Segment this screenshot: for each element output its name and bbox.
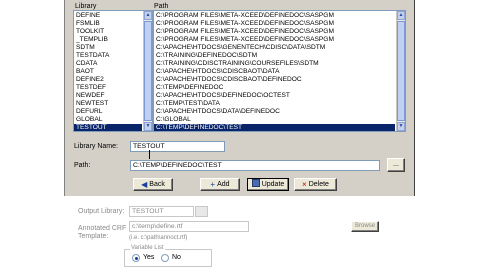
plus-icon: + (210, 180, 216, 189)
library-list[interactable]: DEFINE FSMLIB TOOLKIT _TEMPLIB SDTM TESTDATA C… (73, 10, 153, 132)
annotated-crf-label: Annotated CRF (78, 225, 127, 232)
path-list-item[interactable]: C:\TRAINING\CDISCTRAINING\COURSEFILES\SD… (154, 60, 395, 68)
no-radio-label: No (172, 254, 181, 261)
update-button[interactable]: Update (247, 178, 289, 191)
path-list-item[interactable]: C:\APACHE\HTDOCS\CDISCBAOT\DEFINEDOC (154, 76, 395, 84)
delete-button-label: Delete (308, 181, 329, 188)
delete-x-icon: × (302, 180, 307, 189)
library-list-scrollbar[interactable]: ▲ ▼ (143, 11, 152, 131)
scroll-thumb[interactable] (144, 21, 152, 121)
path-list[interactable]: C:\PROGRAM FILES\META-XCEED\DEFINEDOC\SA… (153, 10, 406, 132)
library-list-item[interactable]: DEFURL (74, 108, 142, 116)
annotated-crf-hint: (i.e. c:\path\annoct.rtf) (129, 235, 188, 241)
back-arrow-icon: ◀ (141, 180, 148, 189)
path-list-item[interactable]: C:\TEMP\DEFINEDOC\TEST (154, 124, 395, 131)
path-browse-button[interactable]: ... (387, 158, 405, 172)
annotated-crf-browse-button[interactable]: Browse (351, 221, 379, 232)
library-list-item[interactable]: DEFINE2 (74, 76, 142, 84)
path-list-item[interactable]: C:\TEMP\TEST\DATA (154, 100, 395, 108)
lower-form-area: Output Library: TESTOUT Annotated CRF Te… (64, 196, 415, 270)
library-list-item[interactable]: SDTM (74, 44, 142, 52)
library-list-item[interactable]: TESTDEF (74, 84, 142, 92)
library-manager-panel: Library Path DEFINE FSMLIB TOOLKIT _TEMPLIB… (64, 0, 415, 196)
library-list-item[interactable]: DEFINE (74, 12, 142, 20)
scroll-down-arrow-icon[interactable]: ▼ (397, 122, 405, 131)
library-list-item[interactable]: TESTOUT (74, 124, 142, 131)
back-button[interactable]: ◀ Back (133, 178, 173, 191)
path-field[interactable]: C:\TEMP\DEFINEDOC\TEST (130, 160, 380, 171)
library-name-field[interactable]: TESTOUT (130, 141, 225, 152)
library-name-label: Library Name: (74, 143, 118, 150)
add-button[interactable]: + Add (200, 178, 240, 191)
library-list-item[interactable]: CDATA (74, 60, 142, 68)
path-list-item[interactable]: C:\TEMP\DEFINEDOC (154, 84, 395, 92)
update-button-label: Update (261, 181, 285, 188)
library-list-item[interactable]: TESTDATA (74, 52, 142, 60)
scroll-up-arrow-icon[interactable]: ▲ (144, 11, 152, 20)
path-list-item[interactable]: C:\GLOBAL (154, 116, 395, 124)
output-library-label: Output Library: (78, 208, 125, 215)
path-list-item[interactable]: C:\PROGRAM FILES\META-XCEED\DEFINEDOC\SA… (154, 12, 395, 20)
add-button-label: Add (217, 181, 230, 188)
back-button-label: Back (149, 181, 165, 188)
template-label: Template: (78, 233, 109, 240)
scroll-down-arrow-icon[interactable]: ▼ (144, 122, 152, 131)
library-list-item[interactable]: FSMLIB (74, 20, 142, 28)
scroll-thumb[interactable] (397, 21, 405, 121)
path-label: Path: (74, 162, 91, 169)
variable-list-label: Variable List (130, 245, 165, 251)
path-list-item[interactable]: C:\PROGRAM FILES\META-XCEED\DEFINEDOC\SA… (154, 28, 395, 36)
library-list-item[interactable]: GLOBAL (74, 116, 142, 124)
no-radio[interactable] (161, 254, 169, 262)
path-list-item[interactable]: C:\APACHE\HTDOCS\DEFINEDOC\OCTEST (154, 92, 395, 100)
delete-button[interactable]: × Delete (294, 178, 337, 191)
path-list-item[interactable]: C:\APACHE\HTDOCS\DATA\DEFINEDOC (154, 108, 395, 116)
library-list-item[interactable]: TOOLKIT (74, 28, 142, 36)
path-list-scrollbar[interactable]: ▲ ▼ (396, 11, 405, 131)
library-list-item[interactable]: BAOT (74, 68, 142, 76)
path-list-item[interactable]: C:\PROGRAM FILES\META-XCEED\DEFINEDOC\SA… (154, 36, 395, 44)
scroll-up-arrow-icon[interactable]: ▲ (397, 11, 405, 20)
yes-radio-label: Yes (143, 254, 155, 261)
output-library-dropdown-button[interactable] (195, 206, 208, 217)
yes-radio[interactable] (132, 254, 140, 262)
annotated-crf-field[interactable]: c:\temp\define.rtf (129, 221, 249, 232)
path-list-item[interactable]: C:\PROGRAM FILES\META-XCEED\DEFINEDOC\SA… (154, 20, 395, 28)
library-list-item[interactable]: NEWDEF (74, 92, 142, 100)
path-list-item[interactable]: C:\TRAINING\DEFINEDOC\SDTM (154, 52, 395, 60)
mouse-cursor-icon (149, 150, 150, 159)
radio-dot-icon (135, 257, 138, 260)
library-list-item[interactable]: NEWTEST (74, 100, 142, 108)
path-list-item[interactable]: C:\APACHE\HTDOCS\GENENTECH\CDISC\DATA\SD… (154, 44, 395, 52)
library-list-item[interactable]: _TEMPLIB (74, 36, 142, 44)
update-icon (251, 179, 260, 187)
output-library-field[interactable]: TESTOUT (129, 206, 194, 217)
path-list-item[interactable]: C:\APACHE\HTDOCS\CDISCBAOT\DATA (154, 68, 395, 76)
